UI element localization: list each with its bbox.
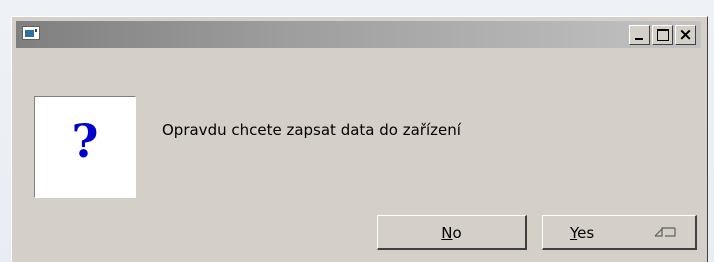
no-button[interactable]: No [377, 215, 527, 250]
confirm-dialog: × ? Opravdu chcete zapsat data do zaříze… [11, 16, 708, 262]
dialog-message: Opravdu chcete zapsat data do zařízení [162, 121, 461, 139]
question-icon: ? [71, 114, 99, 168]
yes-button[interactable]: Yes [542, 215, 697, 250]
question-icon-box: ? [34, 96, 136, 198]
yes-label-rest: es [577, 224, 595, 242]
no-label-rest: o [452, 224, 462, 242]
desktop-background: × ? Opravdu chcete zapsat data do zaříze… [0, 0, 714, 262]
no-mnemonic: N [441, 224, 453, 242]
close-icon: × [678, 25, 693, 45]
yes-button-label: Yes [570, 224, 594, 242]
minimize-button[interactable] [629, 25, 650, 45]
close-button[interactable]: × [675, 25, 696, 45]
maximize-button[interactable] [652, 25, 673, 45]
enter-key-icon [654, 227, 676, 237]
application-icon[interactable] [22, 26, 40, 40]
no-button-label: No [378, 224, 525, 242]
title-bar[interactable]: × [16, 21, 701, 48]
